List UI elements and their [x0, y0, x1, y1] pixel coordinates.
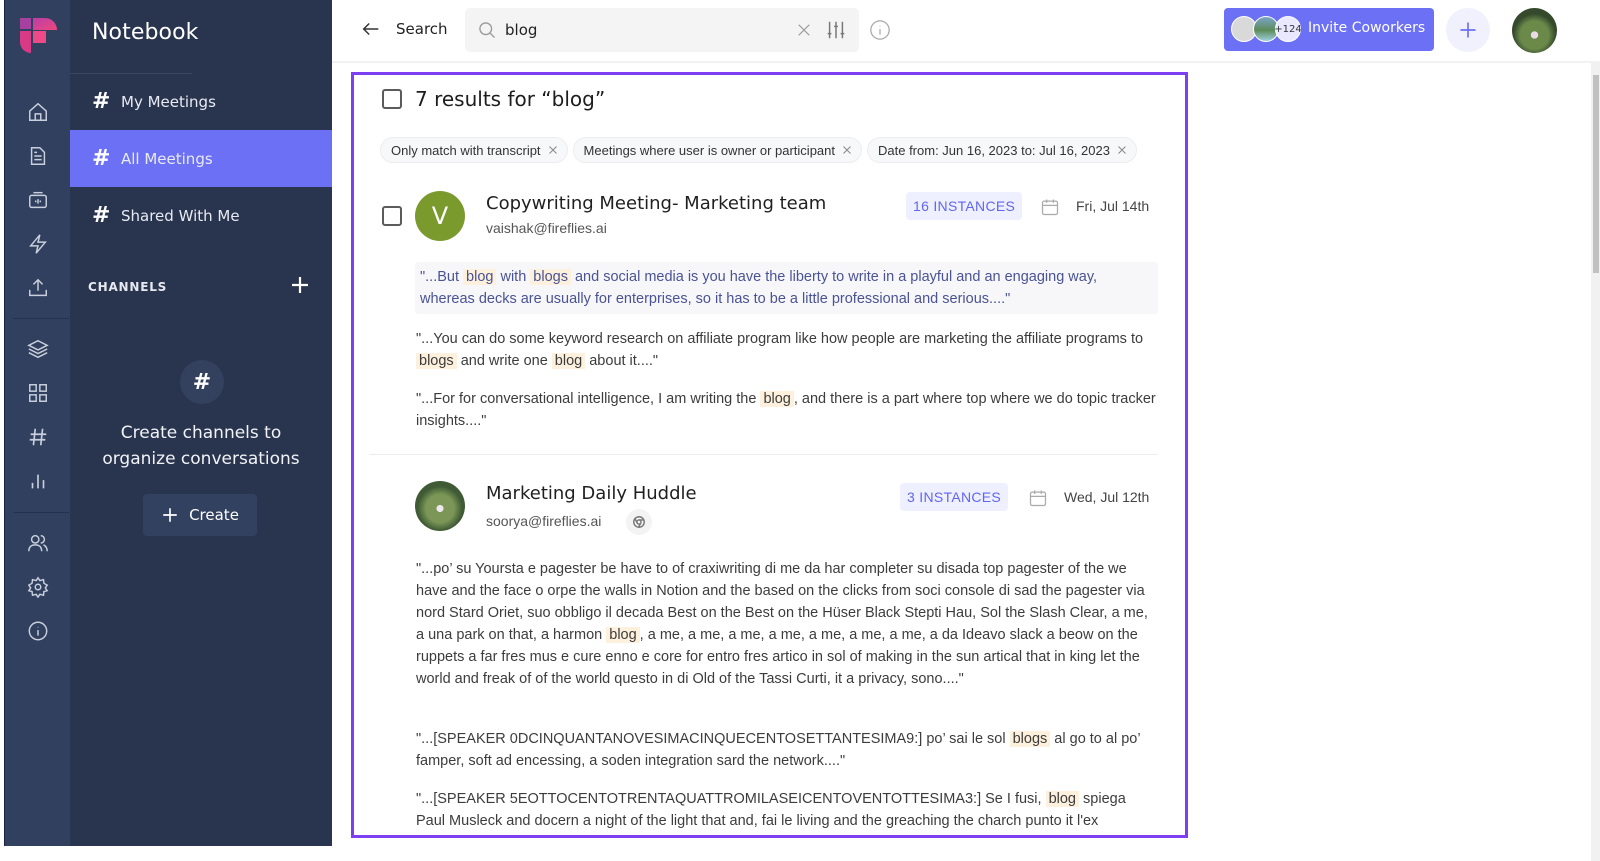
- top-bar: Search +124 Invite Coworkers: [332, 0, 1600, 63]
- plus-icon: [1460, 22, 1476, 38]
- search-info-icon[interactable]: [869, 19, 891, 41]
- sidebar-item-all-meetings[interactable]: # All Meetings: [70, 130, 332, 187]
- notebook-sidebar: Notebook # My Meetings # All Meetings # …: [70, 0, 332, 846]
- meeting-date: Wed, Jul 12th: [1064, 489, 1150, 505]
- scrollbar-thumb[interactable]: [1593, 75, 1599, 273]
- rail-divider: [13, 512, 69, 513]
- keyword-highlight: blog: [1045, 791, 1079, 807]
- settings-icon[interactable]: [25, 574, 51, 600]
- remove-filter-icon[interactable]: [1116, 144, 1128, 156]
- upload-icon[interactable]: [25, 275, 51, 301]
- filter-chip[interactable]: Date from: Jun 16, 2023 to: Jul 16, 2023: [867, 137, 1137, 163]
- calendar-icon: [1029, 490, 1047, 507]
- keyword-highlight: blog: [606, 627, 640, 643]
- hashtag-icon: #: [92, 203, 111, 228]
- create-channel-button[interactable]: Create: [143, 494, 257, 536]
- hashtag-icon: #: [92, 89, 111, 114]
- invite-coworkers-button[interactable]: +124 Invite Coworkers: [1224, 8, 1434, 51]
- meeting-owner-avatar: [415, 481, 465, 531]
- meeting-date: Fri, Jul 14th: [1076, 198, 1150, 214]
- home-icon[interactable]: [25, 99, 51, 125]
- search-input[interactable]: [505, 18, 775, 42]
- meeting-title[interactable]: Copywriting Meeting- Marketing team: [486, 193, 826, 214]
- search-bar: [465, 8, 859, 52]
- coworker-count-badge: +124: [1274, 16, 1302, 42]
- instances-badge[interactable]: 16 INSTANCES: [906, 192, 1023, 220]
- meeting-title[interactable]: Marketing Daily Huddle: [486, 483, 697, 504]
- results-count: 7 results for “blog”: [415, 87, 606, 111]
- keyword-highlight: blogs: [530, 269, 571, 285]
- team-icon[interactable]: [25, 530, 51, 556]
- remove-filter-icon[interactable]: [841, 144, 853, 156]
- calendar-icon: [1041, 199, 1059, 216]
- keyword-highlight: blogs: [1009, 731, 1051, 747]
- new-button[interactable]: [1446, 8, 1490, 52]
- rail-divider: [13, 318, 69, 319]
- filter-chip[interactable]: Only match with transcript: [380, 137, 568, 163]
- lightning-icon[interactable]: [25, 231, 51, 257]
- sidebar-item-my-meetings[interactable]: # My Meetings: [70, 73, 332, 130]
- search-icon: [479, 22, 495, 38]
- icon-rail: [4, 0, 70, 846]
- plus-icon: [163, 508, 177, 522]
- chrome-icon: [626, 509, 652, 535]
- instances-badge[interactable]: 3 INSTANCES: [900, 483, 1009, 511]
- transcript-snippet[interactable]: "...po’ su Yoursta e pagester be have to…: [416, 558, 1158, 690]
- hashtag-icon: #: [92, 146, 111, 171]
- recording-icon[interactable]: [25, 187, 51, 213]
- channels-heading: CHANNELS: [88, 280, 168, 294]
- keyword-highlight: blogs: [416, 353, 457, 369]
- create-button-label: Create: [189, 506, 239, 524]
- sidebar-item-label: All Meetings: [121, 149, 213, 168]
- transcript-snippet[interactable]: "...[SPEAKER 0DCINQUANTANOVESIMACINQUECE…: [416, 728, 1158, 772]
- search-page-title: Search: [396, 20, 448, 38]
- search-results-panel: 7 results for “blog” Only match with tra…: [351, 72, 1188, 838]
- meeting-checkbox[interactable]: [382, 206, 402, 226]
- meeting-owner-email: vaishak@fireflies.ai: [486, 220, 607, 236]
- filter-chip-label: Date from: Jun 16, 2023 to: Jul 16, 2023: [878, 142, 1110, 158]
- select-all-checkbox[interactable]: [382, 89, 402, 109]
- channels-empty-text: Create channels to organize conversation…: [102, 423, 300, 469]
- info-icon[interactable]: [25, 618, 51, 644]
- user-avatar[interactable]: [1512, 8, 1557, 53]
- back-arrow-icon[interactable]: [360, 18, 382, 40]
- keyword-highlight: blog: [551, 353, 586, 369]
- app-root: Notebook # My Meetings # All Meetings # …: [0, 0, 1600, 861]
- meeting-owner-avatar: V: [415, 191, 465, 241]
- remove-filter-icon[interactable]: [547, 144, 559, 156]
- filter-chips: Only match with transcript Meetings wher…: [380, 137, 1137, 163]
- invite-label: Invite Coworkers: [1308, 20, 1426, 36]
- sidebar-item-label: My Meetings: [121, 92, 216, 111]
- transcript-snippet[interactable]: "...But blog with blogs and social media…: [415, 262, 1158, 314]
- channels-hashtag-icon: #: [180, 360, 224, 404]
- clear-search-icon[interactable]: [795, 21, 813, 39]
- filter-sliders-icon[interactable]: [825, 19, 847, 41]
- apps-grid-icon[interactable]: [25, 380, 51, 406]
- filter-chip-label: Meetings where user is owner or particip…: [583, 142, 835, 158]
- filter-chip[interactable]: Meetings where user is owner or particip…: [572, 137, 862, 163]
- result-divider: [369, 454, 1158, 455]
- analytics-icon[interactable]: [25, 468, 51, 494]
- results-header: 7 results for “blog”: [382, 87, 605, 111]
- keyword-highlight: blog: [760, 391, 794, 407]
- add-channel-icon[interactable]: [288, 273, 312, 297]
- layers-icon[interactable]: [25, 336, 51, 362]
- sidebar-item-shared-with-me[interactable]: # Shared With Me: [70, 187, 332, 244]
- keyword-highlight: blog: [463, 269, 497, 285]
- meeting-owner-email: soorya@fireflies.ai: [486, 513, 602, 529]
- transcript-snippet[interactable]: "...You can do some keyword research on …: [416, 328, 1158, 372]
- document-icon[interactable]: [25, 143, 51, 169]
- hashtag-icon[interactable]: [25, 424, 51, 450]
- transcript-snippet[interactable]: "...For for conversational intelligence,…: [416, 388, 1158, 432]
- sidebar-item-label: Shared With Me: [121, 206, 240, 225]
- sidebar-title: Notebook: [92, 20, 199, 45]
- fireflies-logo-icon[interactable]: [19, 16, 59, 56]
- filter-chip-label: Only match with transcript: [391, 142, 541, 158]
- transcript-snippet[interactable]: "...[SPEAKER 5EOTTOCENTOTRENTAQUATTROMIL…: [416, 788, 1158, 832]
